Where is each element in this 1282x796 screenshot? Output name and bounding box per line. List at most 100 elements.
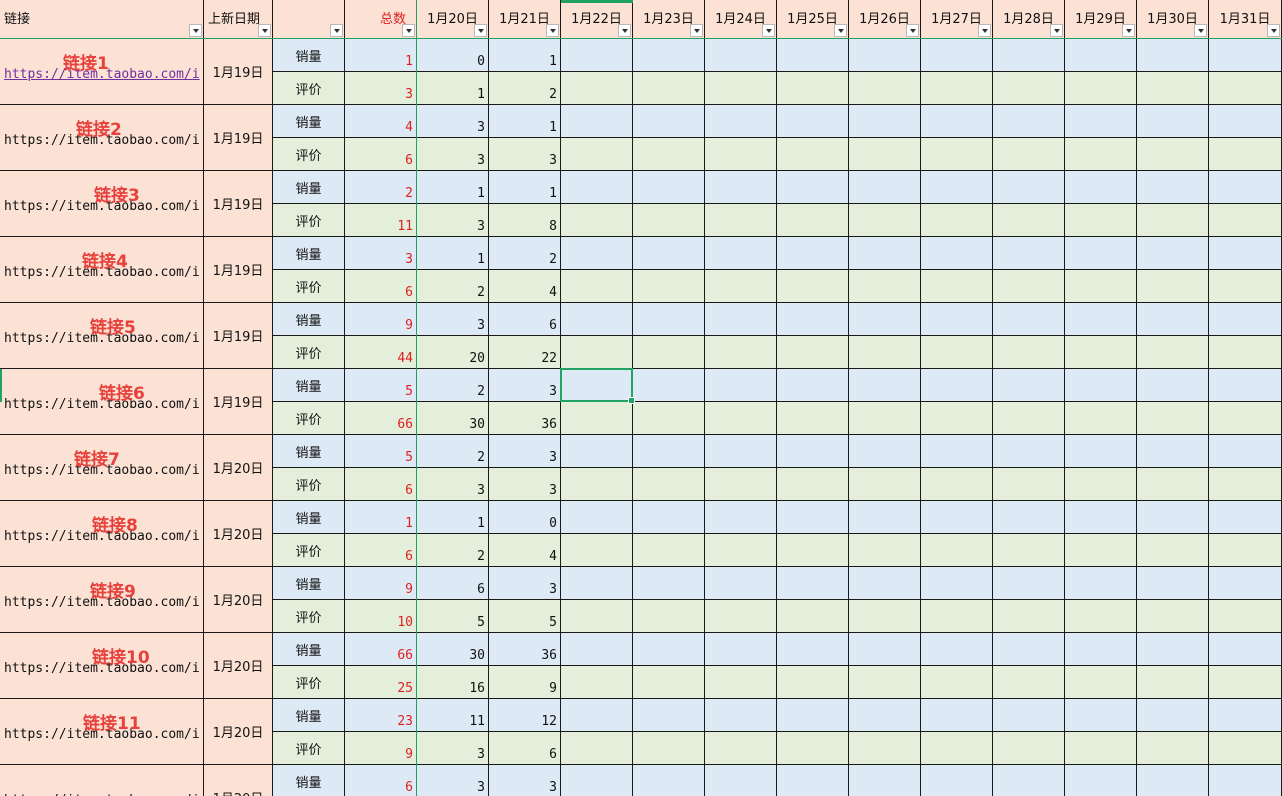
day-value-cell[interactable] <box>633 171 705 204</box>
day-value-cell[interactable]: 30 <box>417 633 489 666</box>
day-value-cell[interactable] <box>1137 204 1209 237</box>
day-value-cell[interactable] <box>561 501 633 534</box>
day-value-cell[interactable] <box>849 72 921 105</box>
day-value-cell[interactable] <box>1137 237 1209 270</box>
day-value-cell[interactable] <box>705 567 777 600</box>
release-date-cell[interactable]: 1月19日 <box>204 171 273 237</box>
day-value-cell[interactable] <box>633 369 705 402</box>
day-value-cell[interactable] <box>849 666 921 699</box>
link-cell[interactable]: https://item.taobao.com/i 链接3 <box>0 171 204 237</box>
day-value-cell[interactable] <box>1065 699 1137 732</box>
day-value-cell[interactable] <box>1065 303 1137 336</box>
day-value-cell[interactable] <box>1209 204 1282 237</box>
header-date-col[interactable]: 1月25日 <box>777 0 849 39</box>
day-value-cell[interactable]: 1 <box>489 105 561 138</box>
day-value-cell[interactable] <box>561 171 633 204</box>
day-value-cell[interactable] <box>921 171 993 204</box>
day-value-cell[interactable] <box>777 204 849 237</box>
day-value-cell[interactable] <box>705 402 777 435</box>
day-value-cell[interactable] <box>921 138 993 171</box>
total-cell[interactable]: 6 <box>345 534 417 567</box>
day-value-cell[interactable] <box>921 468 993 501</box>
day-value-cell[interactable] <box>993 270 1065 303</box>
header-date-col[interactable]: 1月26日 <box>849 0 921 39</box>
filter-dropdown-icon[interactable] <box>402 24 415 37</box>
day-value-cell[interactable] <box>705 699 777 732</box>
day-value-cell[interactable]: 0 <box>489 501 561 534</box>
header-date-col[interactable]: 1月29日 <box>1065 0 1137 39</box>
day-value-cell[interactable] <box>561 567 633 600</box>
day-value-cell[interactable] <box>849 567 921 600</box>
day-value-cell[interactable] <box>1137 435 1209 468</box>
day-value-cell[interactable] <box>921 39 993 72</box>
day-value-cell[interactable] <box>561 138 633 171</box>
day-value-cell[interactable]: 3 <box>489 765 561 796</box>
day-value-cell[interactable] <box>633 270 705 303</box>
total-cell[interactable]: 5 <box>345 369 417 402</box>
release-date-cell[interactable]: 1月20日 <box>204 633 273 699</box>
release-date-cell[interactable]: 1月19日 <box>204 105 273 171</box>
day-value-cell[interactable]: 5 <box>489 600 561 633</box>
day-value-cell[interactable]: 11 <box>417 699 489 732</box>
day-value-cell[interactable]: 3 <box>417 468 489 501</box>
day-value-cell[interactable] <box>921 699 993 732</box>
day-value-cell[interactable] <box>705 204 777 237</box>
metric-label-cell[interactable]: 评价 <box>273 72 345 105</box>
day-value-cell[interactable] <box>705 237 777 270</box>
day-value-cell[interactable] <box>993 369 1065 402</box>
metric-label-cell[interactable]: 销量 <box>273 699 345 732</box>
metric-label-cell[interactable]: 评价 <box>273 204 345 237</box>
day-value-cell[interactable]: 3 <box>417 204 489 237</box>
day-value-cell[interactable] <box>777 237 849 270</box>
day-value-cell[interactable] <box>849 600 921 633</box>
day-value-cell[interactable] <box>993 600 1065 633</box>
link-cell[interactable]: https://item.taobao.com/i 链接5 <box>0 303 204 369</box>
day-value-cell[interactable] <box>993 336 1065 369</box>
header-metric[interactable] <box>273 0 345 39</box>
metric-label-cell[interactable]: 销量 <box>273 105 345 138</box>
day-value-cell[interactable] <box>777 633 849 666</box>
day-value-cell[interactable] <box>921 105 993 138</box>
day-value-cell[interactable] <box>633 732 705 765</box>
link-cell[interactable]: https://item.taobao.com/i 链接1 <box>0 39 204 105</box>
header-date-col[interactable]: 1月21日 <box>489 0 561 39</box>
day-value-cell[interactable] <box>921 369 993 402</box>
day-value-cell[interactable] <box>633 204 705 237</box>
day-value-cell[interactable] <box>705 336 777 369</box>
day-value-cell[interactable] <box>849 732 921 765</box>
day-value-cell[interactable] <box>1209 468 1282 501</box>
header-link[interactable]: 链接 <box>0 0 204 39</box>
day-value-cell[interactable]: 1 <box>417 72 489 105</box>
release-date-cell[interactable]: 1月19日 <box>204 369 273 435</box>
day-value-cell[interactable] <box>993 237 1065 270</box>
day-value-cell[interactable] <box>1209 765 1282 796</box>
day-value-cell[interactable]: 2 <box>417 369 489 402</box>
day-value-cell[interactable] <box>849 435 921 468</box>
day-value-cell[interactable]: 2 <box>489 72 561 105</box>
day-value-cell[interactable] <box>633 633 705 666</box>
day-value-cell[interactable] <box>561 336 633 369</box>
day-value-cell[interactable] <box>1137 270 1209 303</box>
total-cell[interactable]: 66 <box>345 633 417 666</box>
day-value-cell[interactable] <box>1065 567 1137 600</box>
filter-dropdown-icon[interactable] <box>474 24 487 37</box>
day-value-cell[interactable] <box>561 666 633 699</box>
day-value-cell[interactable] <box>993 303 1065 336</box>
day-value-cell[interactable] <box>1065 633 1137 666</box>
day-value-cell[interactable] <box>849 237 921 270</box>
day-value-cell[interactable] <box>1209 336 1282 369</box>
day-value-cell[interactable] <box>849 633 921 666</box>
link-cell[interactable]: https://item.taobao.com/i 链接8 <box>0 501 204 567</box>
day-value-cell[interactable] <box>1137 39 1209 72</box>
day-value-cell[interactable] <box>705 633 777 666</box>
day-value-cell[interactable] <box>1137 468 1209 501</box>
day-value-cell[interactable]: 3 <box>417 105 489 138</box>
day-value-cell[interactable] <box>849 336 921 369</box>
filter-dropdown-icon[interactable] <box>834 24 847 37</box>
filter-dropdown-icon[interactable] <box>330 24 343 37</box>
day-value-cell[interactable] <box>993 633 1065 666</box>
day-value-cell[interactable] <box>1137 105 1209 138</box>
release-date-cell[interactable]: 1月20日 <box>204 567 273 633</box>
day-value-cell[interactable] <box>1137 501 1209 534</box>
day-value-cell[interactable] <box>1137 732 1209 765</box>
